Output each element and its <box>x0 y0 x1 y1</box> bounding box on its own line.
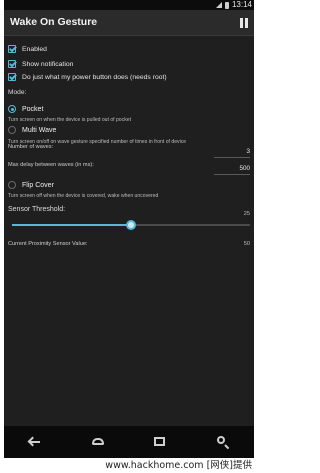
mode-pocket-radio[interactable]: Pocket <box>8 105 43 113</box>
sensor-threshold-max: 25 <box>243 211 250 217</box>
current-sensor-label: Current Proximity Sensor Value: <box>8 241 88 247</box>
enabled-toggle[interactable]: Enabled <box>8 43 47 55</box>
enabled-label: Enabled <box>22 45 47 53</box>
back-icon[interactable] <box>28 435 42 449</box>
power-button-toggle[interactable]: Do just what my power button does (needs… <box>8 71 167 83</box>
mode-pocket-label: Pocket <box>22 105 44 113</box>
delay-label: Max delay between waves (in ms): <box>8 162 94 168</box>
waves-input-underline <box>214 157 250 158</box>
home-icon[interactable] <box>91 435 105 449</box>
waves-input[interactable]: 3 <box>246 148 250 155</box>
current-sensor-value: 50 <box>243 241 250 247</box>
pause-icon <box>245 18 248 28</box>
mode-multi-wave-radio[interactable]: Multi Wave <box>8 126 56 134</box>
status-bar: 13:14 <box>4 0 254 10</box>
status-time: 13:14 <box>231 0 252 9</box>
signal-icon <box>215 2 222 8</box>
mode-flip-cover-radio[interactable]: Flip Cover <box>8 181 54 189</box>
radio-selected-icon <box>8 105 16 113</box>
power-button-label: Do just what my power button does (needs… <box>22 73 167 81</box>
sensor-threshold-label: Sensor Threshold: <box>8 206 66 213</box>
delay-input-underline <box>214 174 250 175</box>
radio-unselected-icon <box>8 181 16 189</box>
status-icons: 13:14 <box>215 0 252 10</box>
search-icon[interactable] <box>216 435 230 449</box>
mode-flip-cover-desc: Turn screen off when the device is cover… <box>8 193 159 199</box>
battery-icon <box>224 1 229 9</box>
slider-thumb[interactable] <box>126 220 136 230</box>
pause-button[interactable] <box>238 18 250 30</box>
checkbox-checked-icon <box>8 73 16 81</box>
mode-multi-wave-label: Multi Wave <box>22 126 57 134</box>
app-title: Wake On Gesture <box>10 16 98 28</box>
watermark: www.hackhome.com [网侠]提供 <box>0 458 258 473</box>
recent-apps-icon[interactable] <box>153 435 167 449</box>
action-bar: Wake On Gesture <box>4 10 254 36</box>
checkbox-checked-icon <box>8 45 16 53</box>
mode-flip-cover-label: Flip Cover <box>22 181 54 189</box>
show-notification-toggle[interactable]: Show notification <box>8 58 73 70</box>
checkbox-checked-icon <box>8 60 16 68</box>
navigation-bar <box>4 426 254 458</box>
pause-icon <box>240 18 243 28</box>
waves-label: Number of waves: <box>8 144 54 150</box>
settings-content: Enabled Show notification Do just what m… <box>4 36 254 426</box>
radio-unselected-icon <box>8 126 16 134</box>
slider-fill <box>12 224 131 226</box>
mode-pocket-desc: Turn screen on when the device is pulled… <box>8 117 131 123</box>
delay-input[interactable]: 500 <box>239 165 250 172</box>
phone-screen: 13:14 Wake On Gesture Enabled Show notif… <box>4 0 254 458</box>
show-notification-label: Show notification <box>22 60 74 68</box>
mode-label: Mode: <box>8 89 27 96</box>
